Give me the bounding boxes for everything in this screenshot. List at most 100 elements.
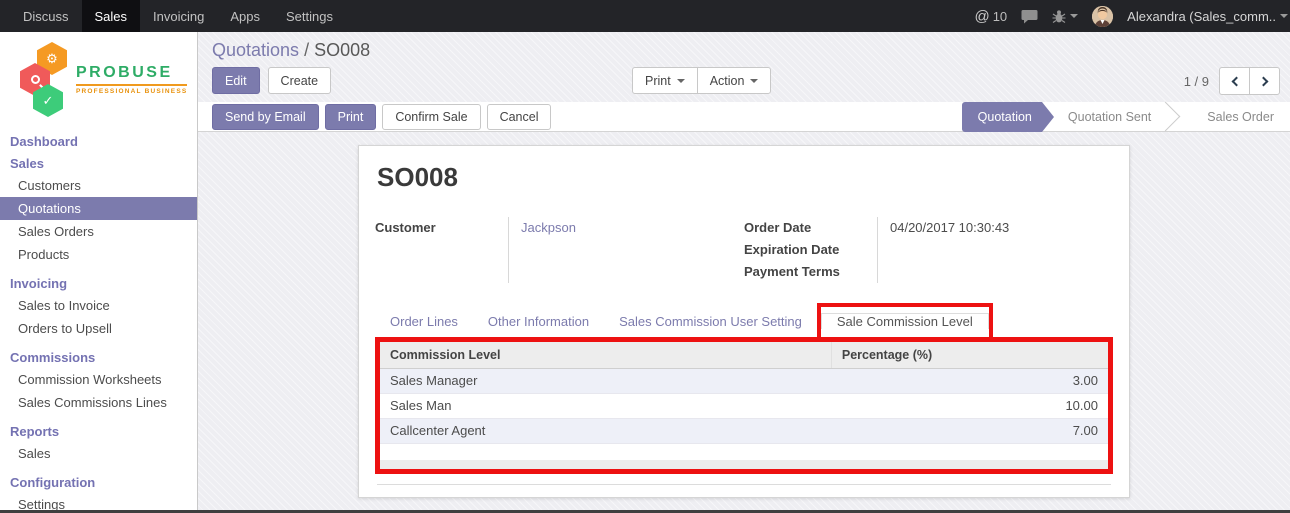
chevron-right-icon: [1258, 76, 1268, 86]
status-pipeline: Quotation Quotation Sent Sales Order: [962, 102, 1290, 132]
expiration-date-value: [890, 239, 1113, 261]
breadcrumb-quotations[interactable]: Quotations: [212, 40, 299, 60]
cell-level[interactable]: Callcenter Agent: [380, 418, 831, 443]
sidebar-section-sales[interactable]: Sales: [0, 152, 197, 174]
sheet-divider: [377, 484, 1111, 485]
bug-icon: [1052, 9, 1066, 24]
sidebar-item-dashboard[interactable]: Dashboard: [0, 130, 197, 152]
sidebar: ⚙ ✓ PROBUSE PROFESSIONAL BUSINESS Dashbo…: [0, 32, 198, 513]
notebook-tabs: Order Lines Other Information Sales Comm…: [375, 303, 1113, 337]
customer-value-link[interactable]: Jackpson: [521, 220, 576, 235]
table-header-row: Commission Level Percentage (%): [380, 342, 1108, 368]
table-footer-strip: [380, 460, 1108, 469]
user-name: Alexandra (Sales_comm..: [1127, 9, 1276, 24]
tab-sales-commission-user-setting[interactable]: Sales Commission User Setting: [604, 307, 817, 337]
sidebar-section-configuration[interactable]: Configuration: [0, 471, 197, 493]
at-icon: @: [974, 8, 989, 25]
tab-other-information[interactable]: Other Information: [473, 307, 604, 337]
field-group: Customer Jackpson Order Date Expiration …: [375, 217, 1113, 283]
tab-order-lines[interactable]: Order Lines: [375, 307, 473, 337]
control-panel: Quotations / SO008 Edit Create Print Act…: [198, 32, 1290, 102]
cell-level[interactable]: Sales Manager: [380, 368, 831, 393]
caret-down-icon: [750, 79, 758, 83]
order-date-value: 04/20/2017 10:30:43: [890, 217, 1113, 239]
print-button[interactable]: Print: [325, 104, 377, 130]
mention-count: 10: [993, 9, 1007, 24]
top-menu: Discuss Sales Invoicing Apps Settings: [0, 0, 346, 32]
sidebar-item-customers[interactable]: Customers: [0, 174, 197, 197]
sidebar-section-commissions[interactable]: Commissions: [0, 346, 197, 368]
sidebar-section-invoicing[interactable]: Invoicing: [0, 272, 197, 294]
send-by-email-button[interactable]: Send by Email: [212, 104, 319, 130]
sidebar-item-sales-commissions-lines[interactable]: Sales Commissions Lines: [0, 391, 197, 414]
table-empty-area: [380, 444, 1108, 460]
caret-down-icon: [677, 79, 685, 83]
pager-count: 1 / 9: [1184, 74, 1209, 89]
sidebar-item-orders-to-upsell[interactable]: Orders to Upsell: [0, 317, 197, 340]
edit-button[interactable]: Edit: [212, 67, 260, 94]
form-sheet: SO008 Customer Jackpson Order Date Expir…: [358, 145, 1130, 498]
create-button[interactable]: Create: [268, 67, 332, 94]
tab-sale-commission-level[interactable]: Sale Commission Level: [821, 313, 989, 329]
sidebar-nav: Dashboard Sales Customers Quotations Sal…: [0, 130, 197, 513]
red-highlight-table-box: Commission Level Percentage (%) Sales Ma…: [375, 337, 1113, 474]
avatar[interactable]: [1092, 6, 1113, 27]
main-content: Quotations / SO008 Edit Create Print Act…: [198, 32, 1290, 513]
table-row[interactable]: Callcenter Agent 7.00: [380, 418, 1108, 443]
user-menu[interactable]: Alexandra (Sales_comm..: [1127, 9, 1288, 24]
sidebar-item-sales-to-invoice[interactable]: Sales to Invoice: [0, 294, 197, 317]
sidebar-section-reports[interactable]: Reports: [0, 420, 197, 442]
menu-apps[interactable]: Apps: [217, 0, 273, 32]
caret-down-icon: [1280, 14, 1288, 18]
commission-level-table: Commission Level Percentage (%) Sales Ma…: [380, 342, 1108, 444]
menu-invoicing[interactable]: Invoicing: [140, 0, 217, 32]
logo-rule: [76, 84, 187, 86]
breadcrumb: Quotations / SO008: [212, 40, 370, 61]
action-dropdown[interactable]: Action: [697, 67, 772, 94]
debug-menu[interactable]: [1052, 9, 1078, 24]
sidebar-item-reports-sales[interactable]: Sales: [0, 442, 197, 465]
status-step-quotation-sent[interactable]: Quotation Sent: [1042, 102, 1167, 132]
chat-bubble-icon[interactable]: [1021, 9, 1038, 24]
header-commission-level[interactable]: Commission Level: [380, 342, 831, 368]
logo-hexagons: ⚙ ✓: [20, 42, 72, 116]
red-highlight-tab-box: Sale Commission Level: [817, 303, 993, 341]
pager-previous-button[interactable]: [1219, 67, 1250, 95]
logo-title: PROBUSE: [76, 64, 187, 82]
header-percentage[interactable]: Percentage (%): [831, 342, 1108, 368]
breadcrumb-separator: /: [304, 40, 309, 60]
confirm-sale-button[interactable]: Confirm Sale: [382, 104, 480, 130]
cell-percentage[interactable]: 10.00: [831, 393, 1108, 418]
table-row[interactable]: Sales Man 10.00: [380, 393, 1108, 418]
menu-settings[interactable]: Settings: [273, 0, 346, 32]
step-separator: [1167, 102, 1181, 132]
sidebar-item-commission-worksheets[interactable]: Commission Worksheets: [0, 368, 197, 391]
payment-terms-value: [890, 261, 1113, 283]
pager-next-button[interactable]: [1249, 67, 1280, 95]
order-date-label: Order Date: [744, 217, 877, 239]
statusbar: Send by Email Print Confirm Sale Cancel …: [198, 102, 1290, 132]
table-row[interactable]: Sales Manager 3.00: [380, 368, 1108, 393]
caret-down-icon: [1070, 14, 1078, 18]
sidebar-item-quotations[interactable]: Quotations: [0, 197, 197, 220]
menu-sales[interactable]: Sales: [82, 0, 141, 32]
sidebar-item-products[interactable]: Products: [0, 243, 197, 266]
payment-terms-label: Payment Terms: [744, 261, 877, 283]
customer-label: Customer: [375, 217, 508, 239]
logo-subtitle: PROFESSIONAL BUSINESS: [76, 88, 187, 95]
expiration-date-label: Expiration Date: [744, 239, 877, 261]
topbar-right-cluster: @ 10: [974, 6, 1290, 27]
cell-level[interactable]: Sales Man: [380, 393, 831, 418]
chevron-left-icon: [1231, 76, 1241, 86]
cell-percentage[interactable]: 3.00: [831, 368, 1108, 393]
breadcrumb-current: SO008: [314, 40, 370, 60]
cell-percentage[interactable]: 7.00: [831, 418, 1108, 443]
status-step-quotation[interactable]: Quotation: [962, 102, 1042, 132]
menu-discuss[interactable]: Discuss: [10, 0, 82, 32]
sidebar-item-sales-orders[interactable]: Sales Orders: [0, 220, 197, 243]
document-title: SO008: [377, 162, 1113, 193]
mentions-indicator[interactable]: @ 10: [974, 8, 1007, 25]
print-dropdown[interactable]: Print: [632, 67, 698, 94]
cancel-button[interactable]: Cancel: [487, 104, 552, 130]
status-step-sales-order[interactable]: Sales Order: [1181, 102, 1290, 132]
